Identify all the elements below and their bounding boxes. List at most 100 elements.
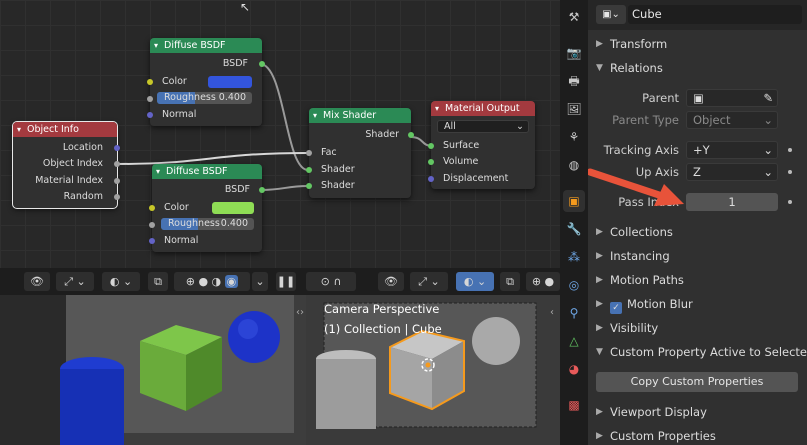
displacement-label: Displacement bbox=[443, 173, 509, 184]
eye-icon[interactable]: 👁 bbox=[24, 272, 50, 291]
color-socket[interactable] bbox=[147, 79, 153, 85]
shader-input-label-1: Shader bbox=[321, 164, 355, 175]
node-title: Mix Shader bbox=[309, 108, 411, 123]
fac-socket[interactable] bbox=[306, 150, 312, 156]
roughness-socket[interactable] bbox=[149, 222, 155, 228]
pause-icon[interactable]: ❚❚ bbox=[276, 272, 296, 291]
color-swatch[interactable] bbox=[212, 202, 254, 214]
output-icon[interactable]: 🖶 bbox=[563, 70, 585, 92]
roughness-slider[interactable]: Roughness 0.400 bbox=[161, 218, 254, 230]
surface-socket[interactable] bbox=[428, 143, 434, 149]
normal-label: Normal bbox=[162, 109, 197, 120]
diffuse-bsdf-node-1[interactable]: Diffuse BSDF BSDF Color Roughness 0.400 … bbox=[147, 38, 265, 126]
random-output-label: Random bbox=[63, 191, 103, 202]
material-icon[interactable]: ◕ bbox=[563, 358, 585, 380]
bsdf-output-socket[interactable] bbox=[259, 187, 265, 193]
data-icon[interactable]: △ bbox=[563, 330, 585, 352]
shader-input-socket-2[interactable] bbox=[306, 183, 312, 189]
chevron-down-icon: ⌄ bbox=[516, 121, 524, 132]
object-properties-panel: ▣⌄ Cube ▶ Transform ▼ Relations Parent ▣ ✎ … bbox=[588, 0, 807, 445]
mix-shader-node[interactable]: Mix Shader Shader Fac Shader Shader bbox=[306, 108, 414, 198]
chevron-left-icon[interactable]: ‹› bbox=[296, 307, 304, 318]
object-info-node[interactable]: Object Info Location Object Index Materi… bbox=[12, 121, 120, 209]
surface-label: Surface bbox=[443, 140, 480, 151]
shading-solid-icon[interactable]: ● bbox=[198, 275, 208, 288]
material-index-socket[interactable] bbox=[114, 178, 120, 184]
mouse-cursor-icon: ↖ bbox=[240, 0, 251, 14]
roughness-label: Roughness bbox=[164, 92, 216, 103]
shader-input-label-2: Shader bbox=[321, 180, 355, 191]
collection-label: (1) Collection | Cube bbox=[324, 322, 442, 336]
target-value: All bbox=[444, 121, 456, 132]
viewport-header: 👁 ⤢ ⌄ ◐ ⌄ ⧉ ⊕ ● ◑ ◉ ⌄ ❚❚ ⊙ ∩ 👁 ⤢ ⌄ ◐ ⌄ ⧉… bbox=[0, 268, 560, 295]
shader-node-editor[interactable]: Diffuse BSDF BSDF Color Roughness 0.400 … bbox=[0, 0, 560, 268]
object-index-socket[interactable] bbox=[114, 161, 120, 167]
roughness-value: 0.400 bbox=[220, 218, 248, 229]
chevron-left-icon[interactable]: ‹ bbox=[550, 307, 554, 318]
location-output-label: Location bbox=[62, 142, 103, 153]
overlay-icon-right[interactable]: ◐ ⌄ bbox=[456, 272, 494, 291]
camera-viewport-scene bbox=[306, 295, 560, 445]
node-title: Diffuse BSDF bbox=[152, 164, 262, 179]
roughness-label: Roughness bbox=[168, 218, 220, 229]
random-socket[interactable] bbox=[114, 194, 120, 200]
shading-mode-group-right[interactable]: ⊕ ● bbox=[526, 272, 560, 291]
displacement-socket[interactable] bbox=[428, 176, 434, 182]
volume-socket[interactable] bbox=[428, 159, 434, 165]
view-layer-icon[interactable]: 🖼 bbox=[563, 98, 585, 120]
material-index-output-label: Material Index bbox=[35, 175, 103, 186]
render-icon[interactable]: 📷 bbox=[563, 42, 585, 64]
scene-icon[interactable]: ⚘ bbox=[563, 126, 585, 148]
bsdf-output-socket[interactable] bbox=[259, 61, 265, 67]
normal-label: Normal bbox=[164, 235, 199, 246]
object-index-output-label: Object Index bbox=[42, 158, 103, 169]
shading-wireframe-icon[interactable]: ⊕ bbox=[186, 275, 195, 288]
bsdf-output-label: BSDF bbox=[224, 184, 250, 195]
fac-label: Fac bbox=[321, 147, 337, 158]
viewport-right[interactable]: Camera Perspective (1) Collection | Cube… bbox=[306, 295, 560, 445]
properties-tab-bar: ⚒ 📷 🖶 🖼 ⚘ ◍ ▣ 🔧 ⁂ ◎ ⚲ △ ◕ ▩ bbox=[560, 0, 588, 445]
target-dropdown[interactable]: All ⌄ bbox=[437, 120, 529, 133]
tool-icon[interactable]: ⚒ bbox=[563, 6, 585, 28]
physics-icon[interactable]: ◎ bbox=[563, 274, 585, 296]
transform-icon[interactable]: ⤢ ⌄ bbox=[56, 272, 94, 291]
viewport-left[interactable]: ‹› bbox=[0, 295, 306, 445]
shading-material-icon[interactable]: ◑ bbox=[212, 275, 222, 288]
roughness-socket[interactable] bbox=[147, 96, 153, 102]
normal-socket[interactable] bbox=[147, 112, 153, 118]
eye-icon-right[interactable]: 👁 bbox=[378, 272, 404, 291]
transform-icon-right[interactable]: ⤢ ⌄ bbox=[410, 272, 448, 291]
annotation-arrow-icon bbox=[588, 168, 684, 206]
diffuse-bsdf-node-2[interactable]: Diffuse BSDF BSDF Color Roughness 0.400 … bbox=[149, 164, 265, 252]
shading-mode-group: ⊕ ● ◑ ◉ bbox=[174, 272, 250, 291]
modifier-icon[interactable]: 🔧 bbox=[563, 218, 585, 240]
node-title: Diffuse BSDF bbox=[150, 38, 262, 53]
chevron-down-icon[interactable]: ⌄ bbox=[252, 272, 268, 291]
roughness-slider[interactable]: Roughness 0.400 bbox=[157, 92, 252, 104]
material-output-node[interactable]: Material Output All ⌄ Surface Volume Dis… bbox=[428, 101, 535, 189]
volume-label: Volume bbox=[443, 156, 479, 167]
snap-icon[interactable]: ⊙ ∩ bbox=[306, 272, 356, 291]
render-preview-objects bbox=[60, 295, 294, 445]
constraint-icon[interactable]: ⚲ bbox=[563, 302, 585, 324]
world-icon[interactable]: ◍ bbox=[563, 154, 585, 176]
shader-input-socket-1[interactable] bbox=[306, 167, 312, 173]
location-socket[interactable] bbox=[114, 145, 120, 151]
roughness-value: 0.400 bbox=[218, 92, 246, 103]
texture-icon[interactable]: ▩ bbox=[563, 394, 585, 416]
color-swatch[interactable] bbox=[208, 76, 252, 88]
shading-rendered-icon[interactable]: ◉ bbox=[224, 275, 239, 288]
overlay-icon[interactable]: ◐ ⌄ bbox=[102, 272, 140, 291]
normal-socket[interactable] bbox=[149, 238, 155, 244]
xray-icon[interactable]: ⧉ bbox=[148, 272, 168, 291]
shader-output-label: Shader bbox=[365, 129, 399, 140]
node-title: Material Output bbox=[431, 101, 535, 116]
particles-icon[interactable]: ⁂ bbox=[563, 246, 585, 268]
color-socket[interactable] bbox=[149, 205, 155, 211]
camera-perspective-label: Camera Perspective bbox=[324, 302, 440, 316]
node-title: Object Info bbox=[13, 122, 117, 137]
shader-output-socket[interactable] bbox=[408, 132, 414, 138]
color-label: Color bbox=[164, 202, 189, 213]
object-icon[interactable]: ▣ bbox=[563, 190, 585, 212]
xray-icon-right[interactable]: ⧉ bbox=[500, 272, 520, 291]
